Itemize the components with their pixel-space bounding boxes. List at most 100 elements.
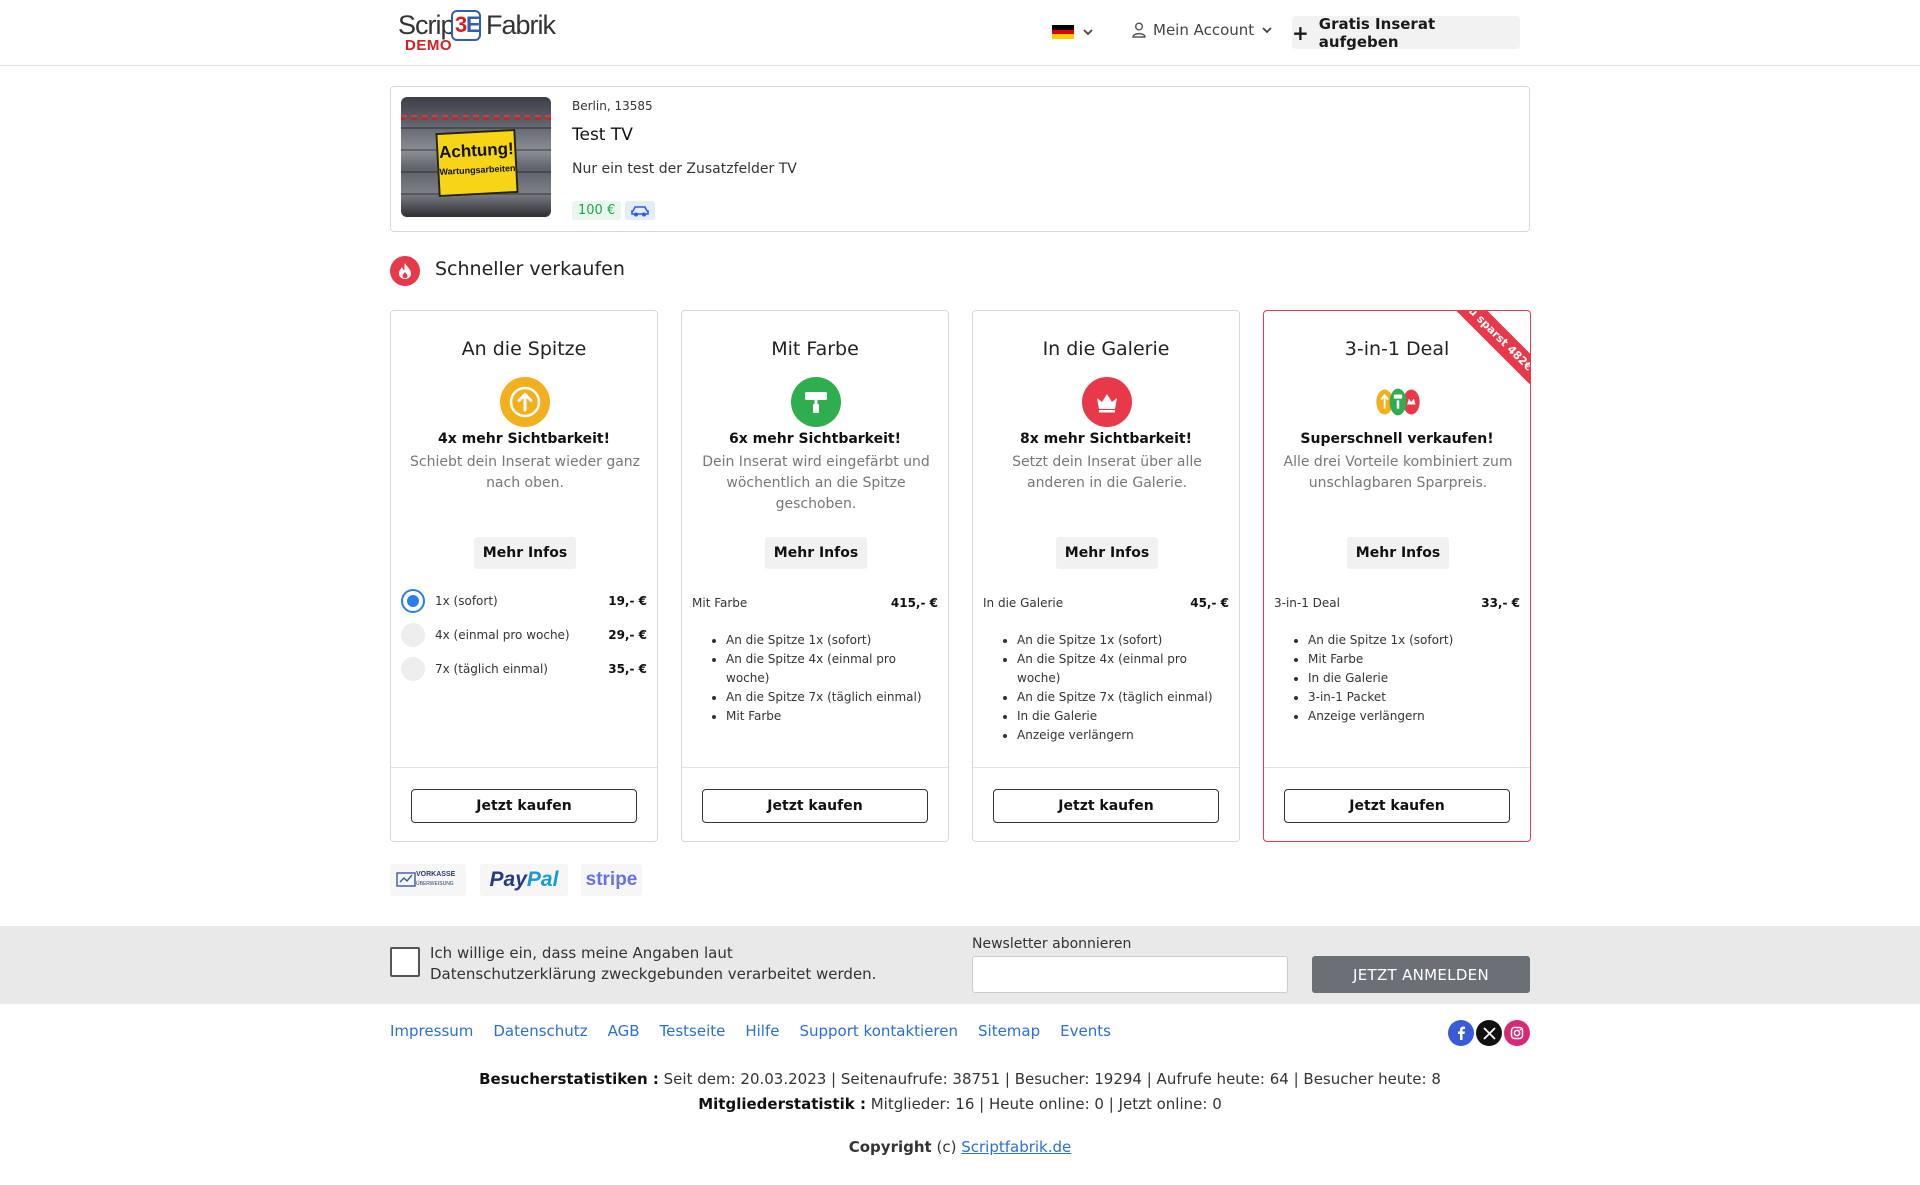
buy-button[interactable]: Jetzt kaufen	[1284, 789, 1510, 823]
more-info-button[interactable]: Mehr Infos	[474, 537, 576, 569]
feature-item: An die Spitze 1x (sofort)	[1017, 631, 1227, 650]
card-divider	[973, 767, 1239, 768]
visitor-stats: Besucherstatistiken : Seit dem: 20.03.20…	[0, 1070, 1920, 1088]
package-item-label: In die Galerie	[983, 596, 1064, 610]
radio-unselected[interactable]	[401, 657, 425, 681]
buy-button[interactable]: Jetzt kaufen	[993, 789, 1219, 823]
listing-description: Nur ein test der Zusatzfelder TV	[572, 161, 797, 177]
card-divider	[391, 767, 657, 768]
combo-icons	[1373, 377, 1423, 427]
package-item-price: 415,- €	[890, 596, 938, 610]
feature-list: An die Spitze 1x (sofort) Mit Farbe In d…	[1296, 631, 1518, 726]
footer-link-events[interactable]: Events	[1060, 1022, 1111, 1040]
more-info-button[interactable]: Mehr Infos	[765, 537, 867, 569]
car-icon	[625, 201, 655, 220]
package-item-label: Mit Farbe	[692, 596, 748, 610]
paypal-logo: Pay Pal	[480, 864, 568, 896]
package-title: 3-in-1 Deal	[1344, 338, 1450, 360]
feature-list: An die Spitze 1x (sofort) An die Spitze …	[1005, 631, 1227, 745]
plus-icon: +	[1292, 20, 1309, 45]
logo-demo-badge: DEMO	[405, 37, 452, 54]
post-ad-button[interactable]: + Gratis Inserat aufgeben	[1292, 14, 1520, 51]
card-divider	[1264, 767, 1530, 768]
vorkasse-subtext: ÜBERWEISUNG	[416, 881, 454, 887]
package-price-row: Mit Farbe 415,- €	[692, 596, 938, 610]
buy-button[interactable]: Jetzt kaufen	[411, 789, 637, 823]
listing-location: Berlin, 13585	[572, 99, 653, 113]
feature-item: An die Spitze 7x (täglich einmal)	[1017, 688, 1227, 707]
paypal-text-b: Pal	[526, 868, 559, 891]
more-info-button[interactable]: Mehr Infos	[1056, 537, 1158, 569]
feature-item: An die Spitze 7x (täglich einmal)	[726, 688, 936, 707]
logo-text-fabrik: Fabrik	[486, 10, 556, 40]
chevron-down-icon	[1083, 29, 1093, 36]
buy-button[interactable]: Jetzt kaufen	[702, 789, 928, 823]
facebook-icon[interactable]	[1448, 1020, 1474, 1046]
newsletter-email-input[interactable]	[972, 956, 1288, 993]
option-radio-4x[interactable]: 4x (einmal pro woche) 29,- €	[401, 623, 647, 647]
listing-title[interactable]: Test TV	[572, 125, 633, 145]
logo-mark-icon: 3E	[451, 10, 481, 41]
feature-list: An die Spitze 1x (sofort) An die Spitze …	[714, 631, 936, 726]
instagram-icon[interactable]	[1504, 1020, 1530, 1046]
footer-link-testseite[interactable]: Testseite	[660, 1022, 726, 1040]
copyright-link[interactable]: Scriptfabrik.de	[961, 1138, 1071, 1156]
package-description: Dein Inserat wird eingefärbt und wöchent…	[702, 454, 930, 512]
copyright-prefix: Copyright	[848, 1138, 932, 1156]
card-divider	[682, 767, 948, 768]
feature-item: Mit Farbe	[1308, 650, 1518, 669]
consent-checkbox[interactable]	[390, 947, 420, 977]
package-headline: 6x mehr Sichtbarkeit!	[729, 431, 901, 447]
listing-price-badge: 100 €	[572, 201, 622, 220]
vorkasse-logo: VORKASSE ÜBERWEISUNG	[390, 864, 466, 896]
option-label: 7x (täglich einmal)	[435, 662, 548, 676]
package-description: Alle drei Vorteile kombiniert zum unschl…	[1283, 454, 1513, 491]
footer-link-sitemap[interactable]: Sitemap	[978, 1022, 1040, 1040]
option-radio-1x[interactable]: 1x (sofort) 19,- €	[401, 589, 647, 613]
visitor-stats-label: Besucherstatistiken :	[479, 1070, 659, 1088]
package-item-label: 3-in-1 Deal	[1274, 596, 1340, 610]
footer-link-agb[interactable]: AGB	[608, 1022, 640, 1040]
more-info-button[interactable]: Mehr Infos	[1347, 537, 1449, 569]
vorkasse-text: VORKASSE	[416, 871, 456, 878]
feature-item: In die Galerie	[1017, 707, 1227, 726]
footer-link-support[interactable]: Support kontaktieren	[799, 1022, 958, 1040]
option-label: 4x (einmal pro woche)	[435, 628, 570, 642]
feature-item: An die Spitze 4x (einmal pro woche)	[1017, 650, 1227, 688]
x-icon[interactable]	[1476, 1020, 1502, 1046]
footer-link-impressum[interactable]: Impressum	[390, 1022, 473, 1040]
top-header: Script 3E Fabrik DEMO Mein Account + Gra…	[0, 0, 1920, 66]
option-price: 19,- €	[608, 594, 647, 608]
member-stats: Mitgliederstatistik : Mitglieder: 16 | H…	[0, 1095, 1920, 1113]
flame-icon	[390, 256, 420, 286]
option-label: 1x (sofort)	[435, 594, 498, 608]
paypal-text-a: Pay	[489, 868, 527, 891]
feature-item: Mit Farbe	[726, 707, 936, 726]
listing-card[interactable]: Achtung! Wartungsarbeiten Berlin, 13585 …	[390, 86, 1530, 232]
footer-link-hilfe[interactable]: Hilfe	[745, 1022, 779, 1040]
option-price: 35,- €	[608, 662, 647, 676]
account-menu[interactable]: Mein Account	[1132, 21, 1273, 39]
footer-link-datenschutz[interactable]: Datenschutz	[493, 1022, 587, 1040]
radio-unselected[interactable]	[401, 623, 425, 647]
package-description: Schiebt dein Inserat wieder ganz nach ob…	[409, 454, 641, 491]
newsletter-subscribe-button[interactable]: JETZT ANMELDEN	[1312, 956, 1530, 993]
sign-subtitle: Wartungsarbeiten	[439, 162, 516, 177]
package-card-gallery: In die Galerie 8x mehr Sichtbarkeit! Set…	[972, 310, 1240, 842]
feature-item: In die Galerie	[1308, 669, 1518, 688]
chain-graphic	[401, 115, 551, 120]
post-ad-label: Gratis Inserat aufgeben	[1318, 14, 1436, 51]
language-selector[interactable]	[1052, 22, 1094, 42]
package-title: An die Spitze	[461, 338, 587, 360]
package-title: In die Galerie	[1042, 338, 1170, 360]
option-radio-7x[interactable]: 7x (täglich einmal) 35,- €	[401, 657, 647, 681]
radio-selected[interactable]	[401, 589, 425, 613]
package-card-color: Mit Farbe 6x mehr Sichtbarkeit! Dein Ins…	[681, 310, 949, 842]
site-logo[interactable]: Script 3E Fabrik DEMO	[398, 8, 556, 54]
arrow-up-circle-icon	[500, 377, 550, 427]
package-item-price: 33,- €	[1481, 596, 1520, 610]
package-headline: Superschnell verkaufen!	[1300, 431, 1494, 447]
listing-image: Achtung! Wartungsarbeiten	[401, 97, 551, 217]
package-price-row: In die Galerie 45,- €	[983, 596, 1229, 610]
feature-item: 3-in-1 Packet	[1308, 688, 1518, 707]
